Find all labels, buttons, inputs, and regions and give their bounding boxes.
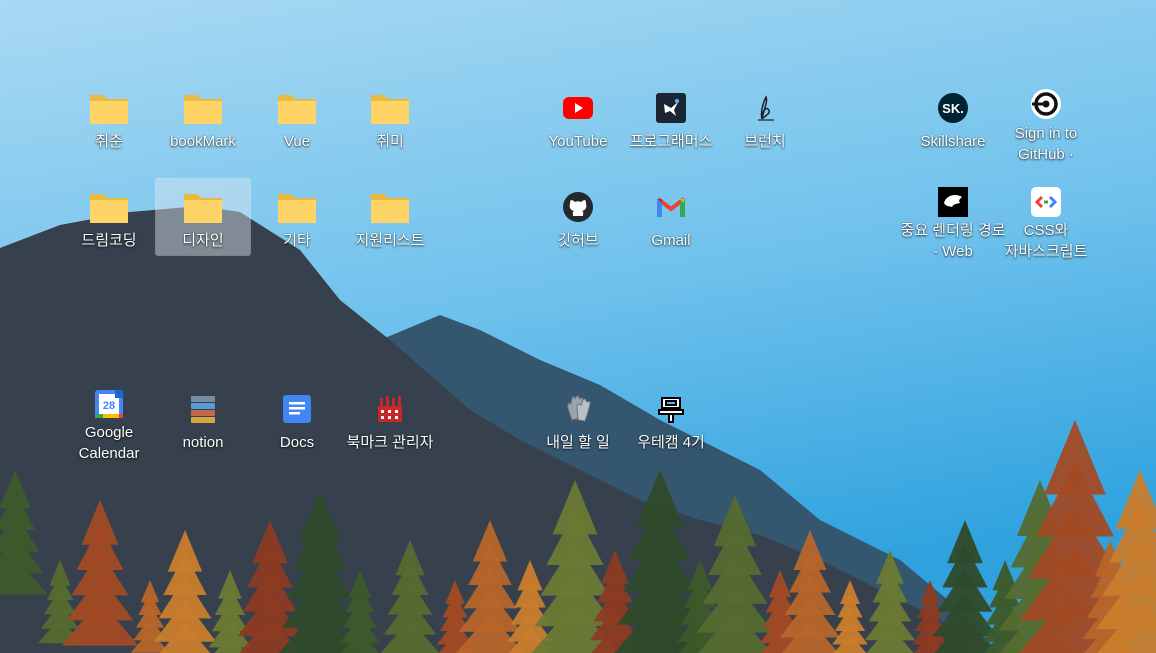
folder-icon <box>370 187 410 227</box>
shortcut-gmail[interactable]: Gmail <box>624 179 718 255</box>
web-dev-icon <box>933 187 973 217</box>
github-icon <box>558 187 598 227</box>
folder-icon <box>277 88 317 128</box>
folder-label: 지원리스트 <box>355 232 425 249</box>
shortcut-wootecam[interactable]: 우테캠 4기 <box>624 381 718 457</box>
shortcut-github[interactable]: 깃허브 <box>531 179 625 255</box>
shortcut-docs[interactable]: Docs <box>250 381 344 457</box>
youtube-icon <box>558 88 598 128</box>
programmers-icon <box>651 88 691 128</box>
shortcut-skillshare[interactable]: SK. Skillshare <box>906 80 1000 156</box>
shortcut-label: Gmail <box>651 232 691 249</box>
folder-tile[interactable]: Vue <box>250 80 344 156</box>
shortcut-programmers[interactable]: 프로그래머스 <box>624 80 718 156</box>
shortcut-label: Sign in to GitHub · <box>1014 125 1078 163</box>
shortcut-css-js[interactable]: CSS와 자바스크립트 <box>999 179 1093 260</box>
gloves-icon <box>558 389 598 429</box>
folder-tile[interactable]: 지원리스트 <box>343 179 437 255</box>
folder-tile-selected[interactable]: 디자인 <box>155 178 251 256</box>
bookmark-manager-icon <box>370 389 410 429</box>
folder-tile[interactable]: 기타 <box>250 179 344 255</box>
folder-tile[interactable]: 취미 <box>343 80 437 156</box>
google-calendar-icon: 28 <box>89 389 129 419</box>
shortcut-label: 브런치 <box>744 133 786 150</box>
folder-icon <box>183 88 223 128</box>
folder-icon <box>277 187 317 227</box>
shortcut-label: 우테캠 4기 <box>637 434 705 451</box>
shortcut-github-signin[interactable]: Sign in to GitHub · <box>999 80 1093 163</box>
notion-icon <box>183 389 223 429</box>
shortcut-notion[interactable]: notion <box>156 381 250 457</box>
wootecam-icon <box>651 389 691 429</box>
gmail-icon <box>651 187 691 227</box>
shortcut-brunch[interactable]: 브런치 <box>718 80 812 156</box>
css-js-icon <box>1026 187 1066 217</box>
shortcut-web-dev[interactable]: 중요 렌더링 경로 - Web <box>901 179 1005 260</box>
folder-icon <box>370 88 410 128</box>
github-signin-icon <box>1026 88 1066 120</box>
shortcut-tomorrow-todo[interactable]: 내일 할 일 <box>531 381 625 457</box>
folder-tile[interactable]: 드림코딩 <box>62 179 156 255</box>
folder-tile[interactable]: bookMark <box>156 80 250 156</box>
skillshare-logo-text: SK. <box>942 101 964 116</box>
skillshare-icon: SK. <box>933 88 973 128</box>
shortcut-bookmark-manager[interactable]: 북마크 관리자 <box>343 381 437 457</box>
shortcut-label: CSS와 자바스크립트 <box>1004 222 1088 260</box>
brunch-icon <box>745 88 785 128</box>
folder-icon <box>89 88 129 128</box>
folder-icon <box>183 187 223 227</box>
folder-tile[interactable]: 취준 <box>62 80 156 156</box>
calendar-day: 28 <box>103 400 115 412</box>
shortcut-google-calendar[interactable]: 28 Google Calendar <box>62 381 156 462</box>
google-docs-icon <box>277 389 317 429</box>
shortcut-label: 북마크 관리자 <box>346 434 434 451</box>
shortcut-youtube[interactable]: YouTube <box>531 80 625 156</box>
folder-label: 취미 <box>376 133 404 150</box>
folder-icon <box>89 187 129 227</box>
